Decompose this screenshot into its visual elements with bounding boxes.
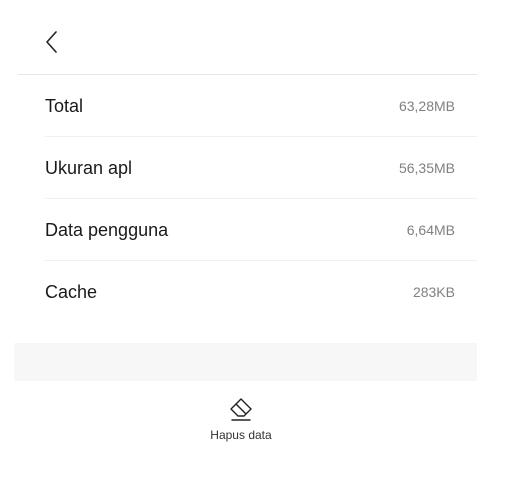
row-value: 63,28MB: [398, 98, 455, 114]
top-bar: [0, 0, 509, 75]
section-separator: [14, 343, 477, 381]
chevron-left-icon: [46, 31, 57, 53]
back-button[interactable]: [36, 26, 68, 58]
row-label: Total: [45, 96, 84, 116]
row-label: Ukuran apl: [45, 158, 133, 178]
eraser-icon: [230, 398, 252, 421]
storage-list: Total 63,28MB Ukuran apl 56,35MB Data pe…: [0, 75, 509, 323]
storage-row-cache[interactable]: Cache 283KB: [0, 261, 509, 323]
row-value: 56,35MB: [398, 160, 455, 176]
row-value: 283KB: [412, 284, 455, 300]
clear-data-label: Hapus data: [210, 428, 272, 442]
clear-data-button[interactable]: Hapus data: [194, 396, 288, 452]
row-label: Data pengguna: [45, 220, 169, 240]
storage-row-app-size[interactable]: Ukuran apl 56,35MB: [0, 137, 509, 199]
row-label: Cache: [45, 282, 98, 302]
row-value: 6,64MB: [406, 222, 455, 238]
storage-row-total[interactable]: Total 63,28MB: [0, 75, 509, 137]
storage-row-user-data[interactable]: Data pengguna 6,64MB: [0, 199, 509, 261]
